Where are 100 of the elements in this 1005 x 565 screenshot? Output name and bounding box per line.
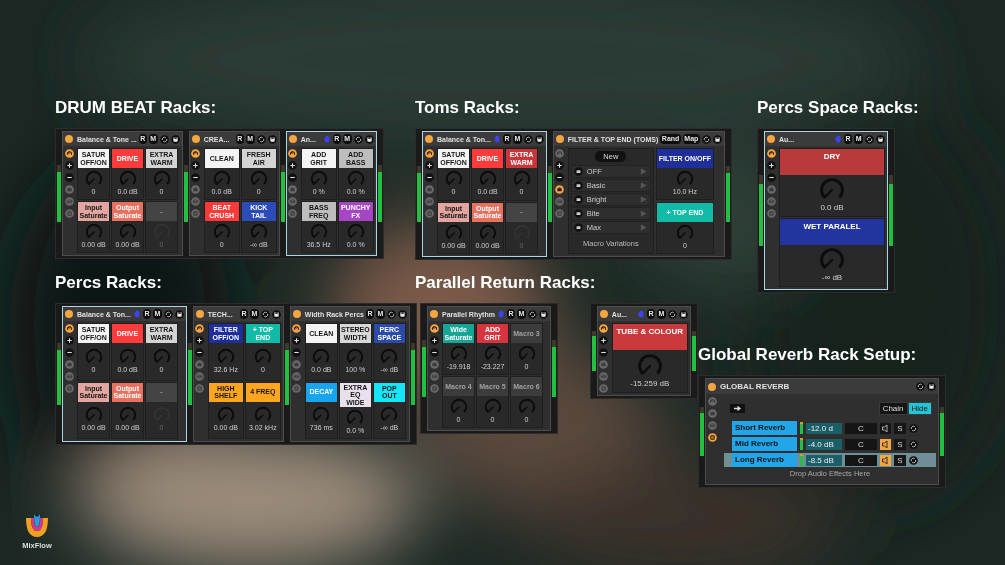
minus-icon[interactable] bbox=[64, 173, 74, 182]
hotswap-icon[interactable] bbox=[159, 134, 169, 144]
knob[interactable] bbox=[212, 223, 231, 241]
knob[interactable] bbox=[309, 223, 328, 241]
knob[interactable] bbox=[216, 347, 235, 366]
dial-icon[interactable] bbox=[292, 324, 302, 333]
pan-field[interactable]: C bbox=[845, 454, 877, 466]
minus-icon[interactable] bbox=[64, 348, 74, 357]
knob[interactable] bbox=[675, 224, 694, 242]
knob[interactable] bbox=[517, 398, 536, 416]
plus-icon[interactable] bbox=[424, 161, 434, 170]
plus-icon[interactable] bbox=[195, 336, 205, 345]
camera-icon[interactable] bbox=[573, 181, 583, 190]
power-icon[interactable] bbox=[555, 135, 564, 143]
plus-icon[interactable] bbox=[429, 336, 439, 345]
knob[interactable] bbox=[249, 223, 268, 241]
hotswap-icon[interactable] bbox=[701, 134, 711, 144]
minus-icon[interactable] bbox=[292, 348, 302, 357]
save-icon[interactable] bbox=[271, 309, 281, 319]
knob[interactable] bbox=[346, 170, 365, 188]
save-icon[interactable] bbox=[538, 309, 548, 319]
hotswap-icon[interactable] bbox=[260, 309, 270, 319]
hotswap-icon[interactable] bbox=[256, 134, 266, 144]
bars-icon[interactable] bbox=[64, 197, 74, 206]
dial-icon[interactable] bbox=[429, 324, 439, 333]
pan-field[interactable]: C bbox=[845, 438, 877, 450]
knob[interactable] bbox=[118, 347, 137, 366]
save-icon[interactable] bbox=[678, 309, 688, 319]
dial-icon[interactable] bbox=[64, 324, 74, 333]
bars-icon[interactable] bbox=[766, 197, 776, 206]
hotswap-icon[interactable] bbox=[909, 455, 918, 465]
plus-icon[interactable] bbox=[191, 161, 201, 170]
dial-icon[interactable] bbox=[195, 324, 205, 333]
speaker-icon[interactable] bbox=[880, 454, 891, 466]
power-icon[interactable] bbox=[430, 310, 438, 318]
speaker-icon[interactable] bbox=[880, 438, 891, 450]
save-icon[interactable] bbox=[170, 134, 180, 144]
knob[interactable] bbox=[346, 223, 365, 241]
minus-icon[interactable] bbox=[195, 348, 205, 357]
chain-name[interactable]: Short Reverb bbox=[732, 421, 797, 435]
power-icon[interactable] bbox=[65, 310, 73, 318]
knob[interactable] bbox=[152, 347, 171, 366]
save-icon[interactable] bbox=[364, 134, 374, 144]
bars-icon[interactable] bbox=[424, 197, 434, 206]
knob[interactable] bbox=[449, 398, 468, 416]
save-icon[interactable] bbox=[534, 134, 544, 144]
hotswap-icon[interactable] bbox=[865, 134, 874, 144]
minus-icon[interactable] bbox=[191, 173, 201, 182]
knob[interactable] bbox=[483, 345, 502, 363]
hotswap-icon[interactable] bbox=[523, 134, 533, 144]
dial-icon[interactable] bbox=[64, 149, 74, 158]
knob[interactable] bbox=[253, 347, 272, 366]
knob[interactable] bbox=[249, 170, 268, 188]
knob[interactable] bbox=[118, 170, 137, 188]
plus-icon[interactable] bbox=[64, 336, 74, 345]
bars-icon[interactable] bbox=[292, 372, 302, 381]
hotswap-icon[interactable] bbox=[909, 423, 918, 433]
power-icon[interactable] bbox=[292, 310, 301, 318]
plus-icon[interactable] bbox=[292, 336, 302, 345]
arrow-icon[interactable] bbox=[730, 404, 745, 413]
knob[interactable] bbox=[478, 223, 497, 242]
knob[interactable] bbox=[309, 170, 328, 188]
bars-icon[interactable] bbox=[599, 372, 609, 381]
save-icon[interactable] bbox=[174, 309, 184, 319]
knob[interactable] bbox=[675, 170, 694, 188]
dial-icon[interactable] bbox=[424, 149, 434, 158]
minus-icon[interactable] bbox=[288, 173, 298, 182]
chain-name[interactable]: Long Reverb bbox=[732, 453, 797, 467]
dial-icon[interactable] bbox=[288, 149, 298, 158]
view-button[interactable]: Chain bbox=[878, 402, 908, 415]
knob[interactable] bbox=[84, 170, 103, 188]
knob[interactable] bbox=[212, 170, 231, 188]
minus-icon[interactable] bbox=[424, 173, 434, 182]
view-button[interactable]: Hide bbox=[907, 402, 932, 415]
list-icon[interactable] bbox=[707, 433, 717, 442]
volume-field[interactable]: -12.0 d bbox=[806, 422, 842, 434]
power-icon[interactable] bbox=[708, 382, 716, 391]
knob[interactable] bbox=[517, 345, 536, 363]
knob[interactable] bbox=[449, 345, 468, 363]
hotswap-icon[interactable] bbox=[163, 309, 173, 319]
knob[interactable] bbox=[380, 347, 399, 366]
dial-icon[interactable] bbox=[191, 149, 201, 158]
plus-icon[interactable] bbox=[288, 161, 298, 170]
minus-icon[interactable] bbox=[599, 348, 609, 357]
save-icon[interactable] bbox=[876, 134, 885, 144]
power-icon[interactable] bbox=[288, 135, 297, 143]
knob[interactable] bbox=[346, 409, 365, 427]
save-icon[interactable] bbox=[927, 382, 936, 391]
bars-icon[interactable] bbox=[64, 372, 74, 381]
knob[interactable] bbox=[84, 347, 103, 366]
volume-field[interactable]: -4.0 dB bbox=[806, 438, 842, 450]
power-icon[interactable] bbox=[767, 135, 775, 143]
bars-icon[interactable] bbox=[429, 372, 439, 381]
plus-icon[interactable] bbox=[64, 161, 74, 170]
power-icon[interactable] bbox=[599, 310, 608, 318]
knob[interactable] bbox=[346, 347, 365, 366]
camera-icon[interactable] bbox=[573, 223, 583, 232]
bars-icon[interactable] bbox=[195, 372, 205, 381]
knob[interactable] bbox=[84, 223, 103, 241]
save-icon[interactable] bbox=[267, 134, 277, 144]
